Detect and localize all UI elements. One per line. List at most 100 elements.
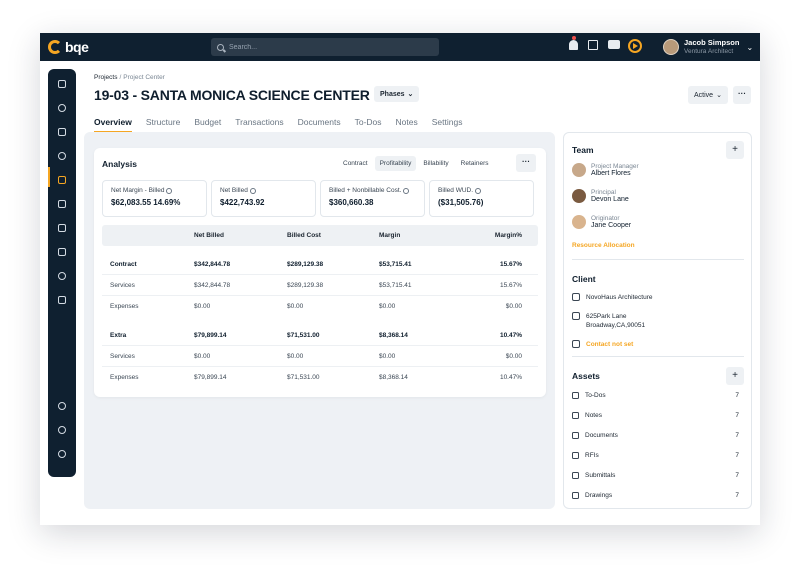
star-icon[interactable] [58, 80, 66, 88]
bell-icon [569, 36, 578, 50]
segment-billability[interactable]: Billability [418, 156, 453, 171]
info-icon[interactable] [475, 187, 482, 194]
phases-dropdown[interactable]: Phases ⌄ [374, 86, 420, 102]
calendar-button[interactable] [588, 40, 600, 52]
asset-label: Submittals [585, 472, 616, 479]
table-cell: $79,899.14 [194, 331, 227, 339]
tab-notes[interactable]: Notes [396, 117, 418, 133]
breadcrumb-current: Project Center [123, 74, 165, 81]
table-cell: $8,368.14 [379, 331, 408, 339]
asset-item-todos[interactable]: To-Dos 7 [572, 392, 739, 399]
member-name: Devon Lane [591, 196, 629, 203]
team-member[interactable]: Project Manager Albert Flores [572, 163, 639, 177]
notifications-button[interactable] [568, 36, 580, 52]
column-header: Margin [379, 232, 401, 239]
table-cell: $0.00 [505, 303, 522, 310]
projects-icon[interactable] [58, 176, 66, 184]
tab-budget[interactable]: Budget [194, 117, 221, 133]
kpi-label: Billed WUD. [438, 187, 474, 194]
add-team-member-button[interactable]: + [726, 141, 744, 159]
checkbox-icon [572, 392, 579, 399]
chevron-down-icon: ⌄ [716, 92, 722, 99]
search-icon [217, 43, 224, 51]
play-icon [628, 39, 642, 53]
segment-contract[interactable]: Contract [338, 156, 373, 171]
table-cell: Contract [110, 260, 137, 268]
user-menu[interactable]: Jacob Simpson Ventura Architect ⌄ [663, 38, 753, 56]
asset-item-submittals[interactable]: Submittals 7 [572, 472, 739, 479]
info-icon[interactable] [403, 187, 410, 194]
info-icon[interactable] [166, 187, 173, 194]
asset-count: 7 [735, 432, 739, 439]
help-icon[interactable] [58, 402, 66, 410]
table-cell: $0.00 [194, 352, 211, 360]
expenses-icon[interactable] [58, 224, 66, 232]
tab-settings[interactable]: Settings [432, 117, 463, 133]
phone-icon[interactable] [58, 426, 66, 434]
tab-structure[interactable]: Structure [146, 117, 181, 133]
client-company: NovoHaus Architecture [572, 293, 652, 302]
segment-retainers[interactable]: Retainers [456, 156, 494, 171]
table-cell: $342,844.78 [194, 260, 231, 268]
table-row: Expenses $0.00 $0.00 $0.00 $0.00 [102, 296, 538, 317]
timer-button[interactable] [628, 39, 642, 53]
asset-item-notes[interactable]: Notes 7 [572, 412, 739, 419]
status-dropdown[interactable]: Active ⌄ [688, 86, 728, 104]
team-title: Team [572, 145, 594, 155]
dashboard-icon[interactable] [58, 104, 66, 112]
phases-label: Phases [380, 90, 405, 98]
invoice-icon[interactable] [58, 200, 66, 208]
reports-icon[interactable] [58, 248, 66, 256]
search-box[interactable] [211, 38, 439, 56]
table-cell: $71,531.00 [287, 331, 320, 339]
breadcrumb-projects[interactable]: Projects [94, 74, 117, 81]
send-icon [572, 472, 579, 479]
bqe-logo[interactable]: bqe [48, 39, 89, 55]
resource-allocation-link[interactable]: Resource Allocation [572, 242, 635, 249]
client-contact[interactable]: Contact not set [572, 340, 633, 349]
analysis-more-button[interactable]: ··· [516, 154, 536, 172]
tab-transactions[interactable]: Transactions [235, 117, 283, 133]
kpi-label: Net Margin - Billed [111, 187, 165, 194]
asset-label: Drawings [585, 492, 613, 499]
tab-overview[interactable]: Overview [94, 117, 132, 133]
address-line2: Broadway,CA,90051 [586, 322, 646, 329]
people-icon[interactable] [58, 272, 66, 280]
asset-label: Documents [585, 432, 618, 439]
asset-item-documents[interactable]: Documents 7 [572, 432, 739, 439]
more-options-button[interactable]: ··· [733, 86, 751, 104]
table-cell: 10.47% [499, 374, 522, 381]
team-member[interactable]: Originator Jane Cooper [572, 215, 631, 229]
table-cell: $53,715.41 [379, 260, 412, 268]
asset-label: RFIs [585, 452, 599, 459]
kpi-value: $62,083.55 14.69% [111, 198, 181, 207]
kpi-card: Net Billed $422,743.92 [211, 180, 316, 217]
asset-label: Notes [585, 412, 602, 419]
assets-title: Assets [572, 371, 600, 381]
gear-icon[interactable] [58, 450, 66, 458]
chat-button[interactable] [608, 40, 620, 52]
asset-count: 7 [735, 412, 739, 419]
asset-item-drawings[interactable]: Drawings 7 [572, 492, 739, 499]
info-icon[interactable] [249, 187, 256, 194]
tab-todos[interactable]: To-Dos [355, 117, 382, 133]
team-member[interactable]: Principal Devon Lane [572, 189, 629, 203]
member-name: Albert Flores [591, 170, 631, 177]
chart-icon[interactable] [58, 128, 66, 136]
user-role: Ventura Architect [684, 48, 734, 55]
tab-documents[interactable]: Documents [298, 117, 341, 133]
kpi-value: $422,743.92 [220, 198, 265, 207]
search-input[interactable] [229, 43, 409, 51]
add-asset-button[interactable]: + [726, 367, 744, 385]
clock-icon[interactable] [58, 152, 66, 160]
hierarchy-icon[interactable] [58, 296, 66, 304]
table-row: Expenses $79,899.14 $71,531.00 $8,368.14… [102, 367, 538, 388]
member-role: Originator [591, 215, 620, 222]
logo-mark-icon [48, 40, 62, 54]
segment-profitability[interactable]: Profitability [374, 156, 417, 171]
asset-item-rfis[interactable]: RFIs 7 [572, 452, 739, 459]
avatar [572, 215, 586, 229]
contact-link[interactable]: Contact not set [586, 340, 633, 349]
table-cell: Extra [110, 331, 127, 339]
chevron-down-icon: ⌄ [407, 91, 414, 98]
